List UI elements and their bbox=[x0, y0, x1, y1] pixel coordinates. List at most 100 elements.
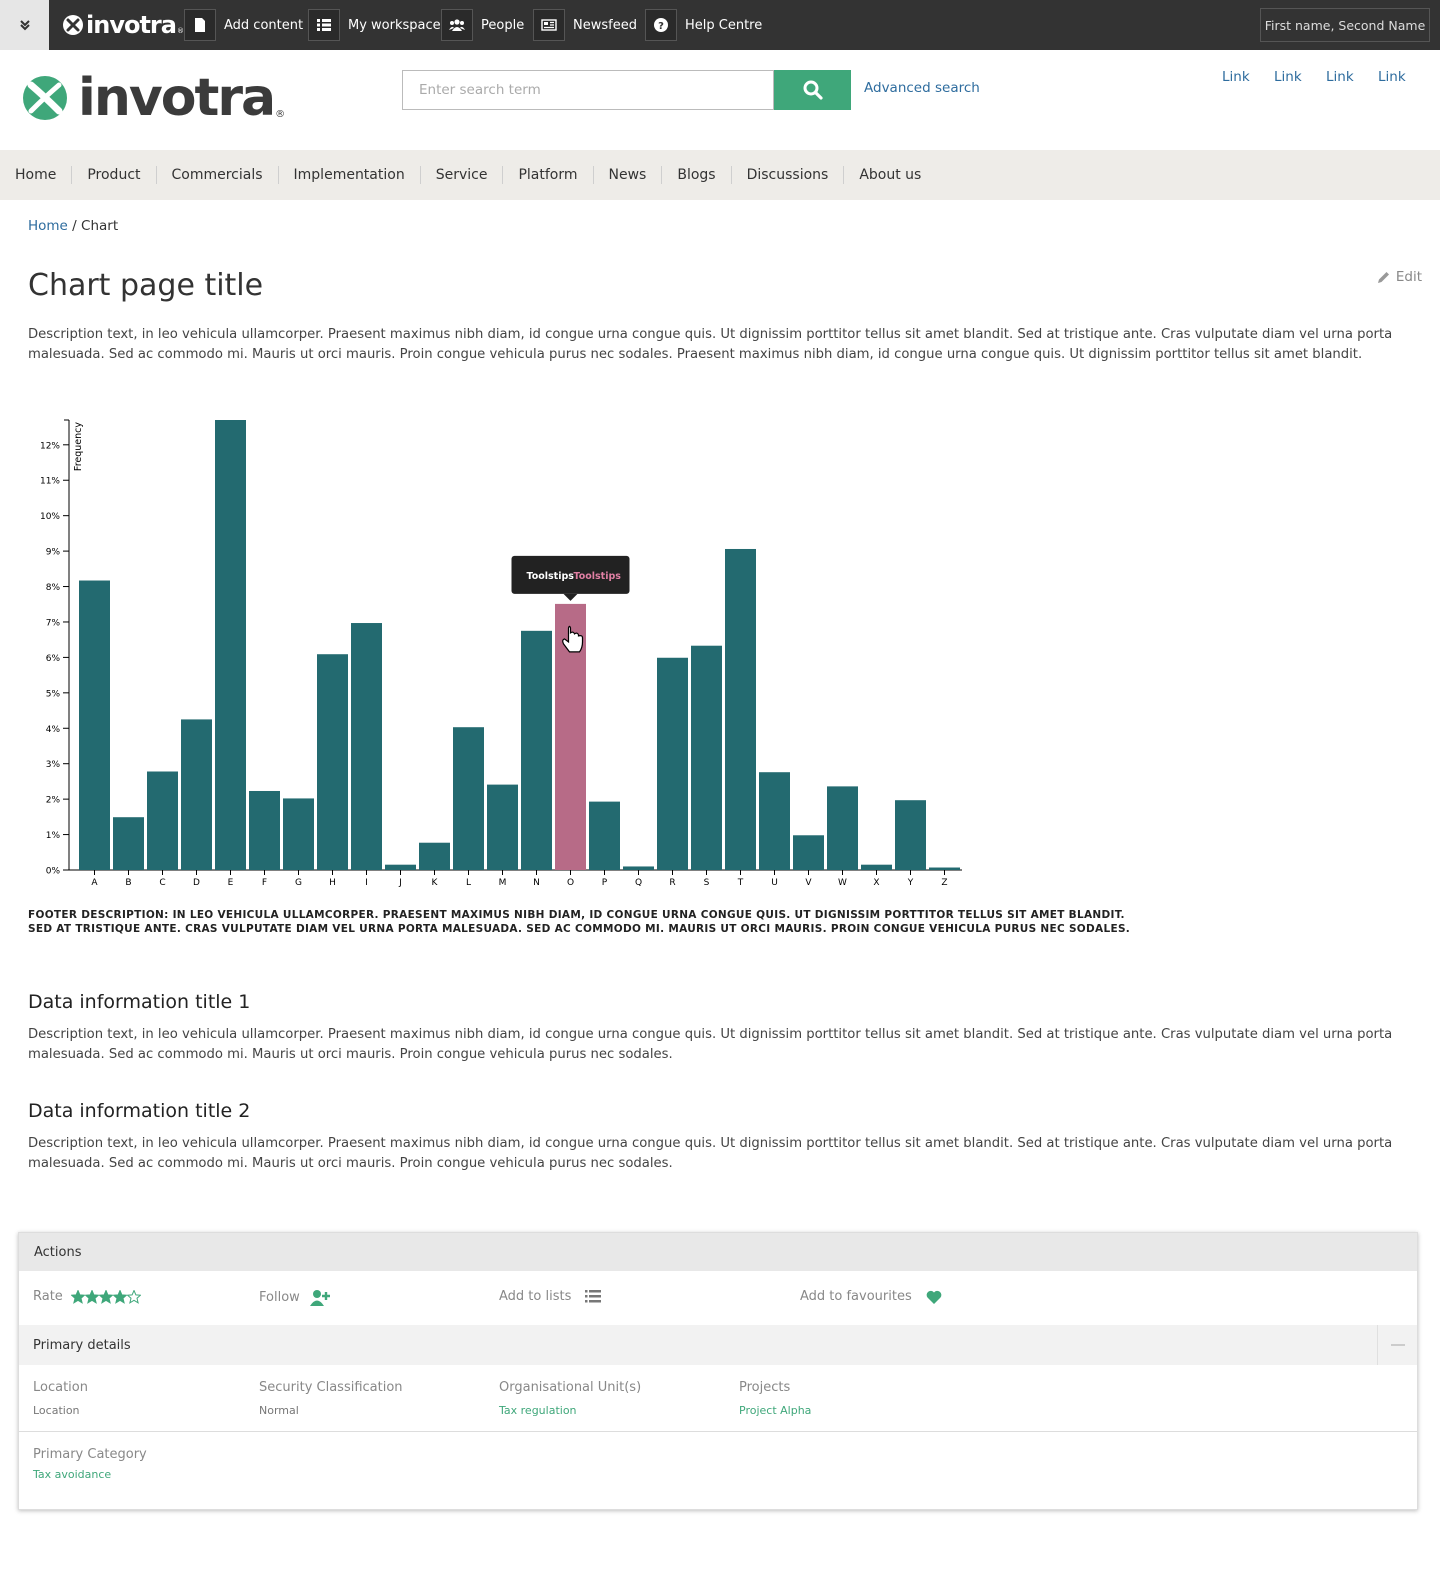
y-tick-label: 10% bbox=[40, 512, 60, 522]
bar-x[interactable] bbox=[861, 864, 892, 870]
site-logo[interactable]: invotra ® bbox=[22, 72, 285, 124]
x-tick-label: I bbox=[365, 878, 368, 888]
x-tick-label: F bbox=[262, 878, 267, 888]
x-tick-label: C bbox=[159, 878, 165, 888]
x-tick-label: N bbox=[533, 878, 540, 888]
bar-i[interactable] bbox=[351, 623, 382, 870]
bar-n[interactable] bbox=[521, 630, 552, 870]
nav-item-commercials[interactable]: Commercials bbox=[155, 166, 278, 184]
bar-d[interactable] bbox=[181, 719, 212, 870]
bar-h[interactable] bbox=[317, 654, 348, 870]
bar-a[interactable] bbox=[79, 580, 110, 870]
nav-item-platform[interactable]: Platform bbox=[502, 166, 592, 184]
bar-j[interactable] bbox=[385, 864, 416, 870]
bar-m[interactable] bbox=[487, 784, 518, 870]
rate-label: Rate bbox=[33, 1289, 63, 1304]
nav-item-home[interactable]: Home bbox=[0, 166, 71, 184]
bar-q[interactable] bbox=[623, 866, 654, 870]
header-link-1[interactable]: Link bbox=[1222, 69, 1250, 85]
bar-w[interactable] bbox=[827, 786, 858, 870]
y-tick-label: 12% bbox=[40, 441, 60, 451]
logo-mark-icon bbox=[63, 15, 83, 35]
advanced-search-link[interactable]: Advanced search bbox=[864, 80, 980, 96]
star-filled-icon[interactable] bbox=[70, 1289, 85, 1304]
search-button[interactable] bbox=[774, 70, 851, 110]
nav-item-implementation[interactable]: Implementation bbox=[277, 166, 420, 184]
bar-g[interactable] bbox=[283, 798, 314, 870]
primary-category-link[interactable]: Tax avoidance bbox=[33, 1468, 111, 1481]
actions-header: Actions bbox=[19, 1233, 1417, 1271]
add-to-favourites-button[interactable]: Add to favourites bbox=[800, 1289, 942, 1304]
add-to-favourites-label: Add to favourites bbox=[800, 1289, 912, 1304]
star-filled-icon[interactable] bbox=[98, 1289, 113, 1304]
location-label: Location bbox=[33, 1380, 88, 1395]
help-centre-label: Help Centre bbox=[685, 17, 763, 33]
heart-icon bbox=[926, 1290, 942, 1304]
header-link-4[interactable]: Link bbox=[1378, 69, 1406, 85]
follow-button[interactable]: Follow bbox=[259, 1289, 330, 1306]
y-tick-label: 3% bbox=[46, 760, 61, 770]
toolbar-logo[interactable]: invotra ® bbox=[63, 11, 184, 39]
breadcrumb-home-link[interactable]: Home bbox=[28, 218, 68, 234]
x-tick-label: O bbox=[567, 878, 574, 888]
bar-l[interactable] bbox=[453, 727, 484, 870]
projects-label: Projects bbox=[739, 1380, 791, 1395]
edit-button[interactable]: Edit bbox=[1377, 269, 1422, 285]
question-icon: ? bbox=[645, 9, 677, 41]
edit-label: Edit bbox=[1395, 269, 1422, 285]
tooltip-label: Toolstips bbox=[527, 571, 575, 582]
primary-details-header[interactable]: Primary details bbox=[19, 1325, 1417, 1365]
projects-link[interactable]: Project Alpha bbox=[739, 1404, 811, 1417]
header-link-2[interactable]: Link bbox=[1274, 69, 1302, 85]
user-menu[interactable]: First name, Second Name bbox=[1260, 8, 1430, 42]
bar-e[interactable] bbox=[215, 420, 246, 870]
header-link-3[interactable]: Link bbox=[1326, 69, 1354, 85]
rating-stars[interactable] bbox=[70, 1289, 141, 1304]
star-filled-icon[interactable] bbox=[84, 1289, 99, 1304]
x-tick-label: L bbox=[466, 878, 471, 888]
star-filled-icon[interactable] bbox=[112, 1289, 127, 1304]
y-axis-label: Frequency bbox=[73, 422, 84, 471]
chart-footer-description: FOOTER DESCRIPTION: IN LEO VEHICULA ULLA… bbox=[28, 909, 1131, 935]
nav-item-news[interactable]: News bbox=[592, 166, 662, 184]
bar-b[interactable] bbox=[113, 817, 144, 870]
bar-y[interactable] bbox=[895, 800, 926, 870]
x-tick-label: U bbox=[771, 878, 778, 888]
newsfeed-button[interactable]: Newsfeed bbox=[533, 9, 637, 41]
bar-v[interactable] bbox=[793, 835, 824, 870]
y-tick-label: 1% bbox=[46, 831, 61, 841]
add-to-lists-button[interactable]: Add to lists bbox=[499, 1289, 602, 1304]
toolbar-toggle-button[interactable] bbox=[0, 0, 49, 50]
security-classification-value: Normal bbox=[259, 1404, 299, 1417]
actions-panel: Actions Rate Follow Add to lists Add to … bbox=[18, 1232, 1418, 1510]
frequency-bar-chart: 0% 1% 2% 3% 4% 5% 6% 7% 8% 9% 10% 11% 12% Frequency A B… bbox=[40, 419, 962, 888]
bar-c[interactable] bbox=[147, 771, 178, 870]
bar-z[interactable] bbox=[929, 867, 960, 870]
bar-f[interactable] bbox=[249, 790, 280, 870]
nav-item-discussions[interactable]: Discussions bbox=[730, 166, 844, 184]
bar-u[interactable] bbox=[759, 772, 790, 870]
nav-item-service[interactable]: Service bbox=[419, 166, 503, 184]
people-button[interactable]: People bbox=[441, 9, 524, 41]
add-content-label: Add content bbox=[224, 17, 304, 33]
bar-s[interactable] bbox=[691, 645, 722, 870]
nav-item-blogs[interactable]: Blogs bbox=[661, 166, 730, 184]
my-workspace-label: My workspace bbox=[348, 17, 441, 33]
nav-item-product[interactable]: Product bbox=[71, 166, 155, 184]
bar-p[interactable] bbox=[589, 801, 620, 870]
x-tick-label: H bbox=[329, 878, 336, 888]
my-workspace-button[interactable]: My workspace bbox=[308, 9, 441, 41]
nav-item-about-us[interactable]: About us bbox=[843, 166, 936, 184]
organisational-unit-label: Organisational Unit(s) bbox=[499, 1380, 642, 1395]
collapse-button[interactable] bbox=[1377, 1325, 1417, 1365]
bar-t[interactable] bbox=[725, 548, 756, 870]
logo-mark-icon bbox=[23, 76, 67, 120]
search-input[interactable]: Enter search term bbox=[402, 70, 774, 110]
add-content-button[interactable]: Add content bbox=[184, 9, 303, 41]
bar-k[interactable] bbox=[419, 842, 450, 870]
help-centre-button[interactable]: ? Help Centre bbox=[645, 9, 762, 41]
x-tick-label: S bbox=[704, 878, 710, 888]
organisational-unit-link[interactable]: Tax regulation bbox=[499, 1404, 577, 1417]
bar-r[interactable] bbox=[657, 657, 688, 870]
star-empty-icon[interactable] bbox=[126, 1289, 141, 1304]
